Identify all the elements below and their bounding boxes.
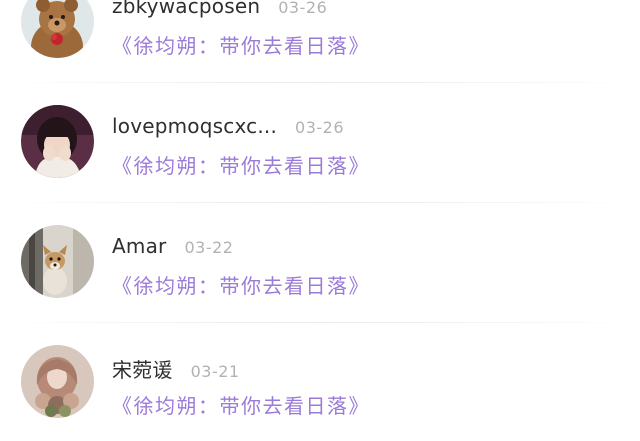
list-item[interactable]: 宋菀谖 03-21 《徐均朔：带你去看日落》 [0,322,640,441]
avatar[interactable] [21,345,94,418]
avatar[interactable] [21,225,94,298]
comment-header: lovepmoqscxc... 03-26 [112,114,344,140]
girl-avatar-icon [21,105,94,178]
divider [0,322,640,323]
song-link[interactable]: 《徐均朔：带你去看日落》 [112,270,370,299]
comment-date: 03-26 [295,118,345,137]
woman-avatar-icon [21,345,94,418]
list-item[interactable]: zbkywacposen 03-26 《徐均朔：带你去看日落》 [0,0,640,82]
divider [0,82,640,83]
comment-header: Amar 03-22 [112,234,233,260]
divider [0,202,640,203]
list-item[interactable]: lovepmoqscxc... 03-26 《徐均朔：带你去看日落》 [0,82,640,202]
avatar[interactable] [21,105,94,178]
comment-list: zbkywacposen 03-26 《徐均朔：带你去看日落》 lovepmoq… [0,0,640,441]
song-link[interactable]: 《徐均朔：带你去看日落》 [112,30,370,59]
comment-header: 宋菀谖 03-21 [112,354,240,383]
dog-avatar-icon [21,225,94,298]
username[interactable]: 宋菀谖 [112,354,173,383]
comment-date: 03-26 [278,0,328,17]
comment-date: 03-22 [184,238,234,257]
teddy-bear-icon [21,0,94,58]
song-link[interactable]: 《徐均朔：带你去看日落》 [112,390,370,419]
comment-date: 03-21 [190,362,240,381]
username[interactable]: Amar [112,234,166,258]
list-item[interactable]: Amar 03-22 《徐均朔：带你去看日落》 [0,202,640,322]
avatar[interactable] [21,0,94,58]
song-link[interactable]: 《徐均朔：带你去看日落》 [112,150,370,179]
username[interactable]: lovepmoqscxc... [112,114,277,138]
comment-header: zbkywacposen 03-26 [112,0,327,20]
username[interactable]: zbkywacposen [112,0,260,18]
